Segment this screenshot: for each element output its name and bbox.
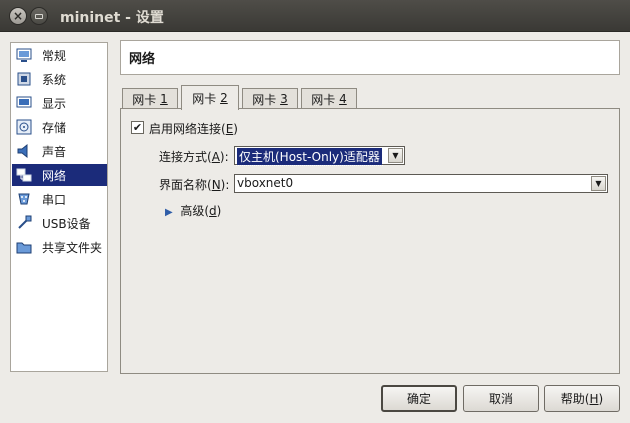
tab-label: 网卡 bbox=[311, 92, 336, 107]
sidebar-item-label: 存储 bbox=[42, 120, 67, 135]
minimize-icon bbox=[35, 13, 43, 19]
help-button[interactable]: 帮助(H) bbox=[544, 385, 620, 412]
enable-adapter-checkbox[interactable]: ✔ bbox=[131, 121, 144, 134]
interface-name-value: vboxnet0 bbox=[237, 176, 294, 190]
storage-icon bbox=[16, 119, 32, 135]
sidebar-item-usb[interactable]: USB设备 bbox=[12, 212, 107, 234]
tab-label: 网卡 bbox=[252, 92, 277, 107]
tab-key: 2 bbox=[220, 91, 228, 105]
sidebar-item-label: 共享文件夹 bbox=[42, 240, 103, 255]
display-icon bbox=[16, 95, 32, 111]
sidebar-item-label: 常规 bbox=[42, 48, 67, 63]
mnemonic-key: d bbox=[209, 204, 217, 218]
interface-name-select[interactable]: vboxnet0 ▼ bbox=[234, 174, 608, 193]
sidebar-item-label: USB设备 bbox=[42, 216, 91, 231]
sidebar-item-shared-folders[interactable]: 共享文件夹 bbox=[12, 236, 107, 258]
ok-button[interactable]: 确定 bbox=[381, 385, 457, 412]
general-icon bbox=[16, 47, 32, 63]
sidebar-item-system[interactable]: 系统 bbox=[12, 68, 107, 90]
chevron-down-icon[interactable]: ▼ bbox=[591, 176, 606, 191]
advanced-expander[interactable]: ▶ 高级(d) bbox=[165, 202, 221, 219]
minimize-button[interactable] bbox=[30, 7, 48, 25]
enable-adapter-label[interactable]: 启用网络连接(E) bbox=[149, 120, 238, 137]
tab-key: 1 bbox=[160, 92, 168, 106]
checkmark-icon: ✔ bbox=[132, 121, 143, 134]
label-text: 连接方式( bbox=[159, 150, 212, 164]
expand-triangle-icon: ▶ bbox=[165, 207, 173, 218]
window-title: mininet - 设置 bbox=[60, 10, 164, 26]
settings-sidebar: 常规 系统 显示 存储 声音 网络 串口 USB设备 共享文件夹 bbox=[10, 42, 108, 372]
label-text: 高级( bbox=[180, 204, 210, 218]
sidebar-item-network[interactable]: 网络 bbox=[12, 164, 107, 186]
sidebar-item-label: 串口 bbox=[42, 192, 67, 207]
sidebar-item-label: 系统 bbox=[42, 72, 67, 87]
mnemonic-key: H bbox=[589, 391, 599, 406]
tab-adapter-1[interactable]: 网卡 1 bbox=[122, 88, 178, 109]
label-suffix: ): bbox=[220, 178, 230, 192]
attached-to-select[interactable]: 仅主机(Host-Only)适配器 ▼ bbox=[234, 146, 405, 166]
interface-name-label: 界面名称(N): bbox=[159, 176, 229, 193]
usb-icon bbox=[16, 215, 32, 231]
label-text: 帮助( bbox=[560, 392, 590, 406]
tab-label: 网卡 bbox=[192, 91, 217, 106]
tab-label: 网卡 bbox=[132, 92, 157, 107]
tab-adapter-3[interactable]: 网卡 3 bbox=[242, 88, 298, 109]
tab-adapter-4[interactable]: 网卡 4 bbox=[301, 88, 357, 109]
tab-key: 4 bbox=[339, 92, 347, 106]
page-title: 网络 bbox=[120, 40, 620, 75]
title-bar: × mininet - 设置 bbox=[0, 0, 630, 32]
label-suffix: ) bbox=[233, 122, 238, 136]
mnemonic-key: A bbox=[211, 150, 220, 164]
system-icon bbox=[16, 71, 32, 87]
label-text: 界面名称( bbox=[159, 178, 212, 192]
close-button[interactable]: × bbox=[9, 7, 27, 25]
label-suffix: ) bbox=[216, 204, 222, 218]
chevron-down-icon[interactable]: ▼ bbox=[388, 148, 403, 163]
sidebar-item-serial-port[interactable]: 串口 bbox=[12, 188, 107, 210]
label-text: 启用网络连接( bbox=[149, 122, 226, 136]
network-icon bbox=[16, 167, 32, 183]
close-icon: × bbox=[12, 9, 24, 23]
label-suffix: ) bbox=[598, 391, 604, 406]
attached-to-label: 连接方式(A): bbox=[159, 148, 229, 165]
sidebar-item-display[interactable]: 显示 bbox=[12, 92, 107, 114]
attached-to-value: 仅主机(Host-Only)适配器 bbox=[236, 147, 383, 166]
sidebar-item-label: 网络 bbox=[42, 168, 67, 183]
cancel-button[interactable]: 取消 bbox=[463, 385, 539, 412]
tab-key: 3 bbox=[280, 92, 288, 106]
mnemonic-key: N bbox=[211, 178, 221, 192]
audio-icon bbox=[16, 143, 32, 159]
sidebar-item-audio[interactable]: 声音 bbox=[12, 140, 107, 162]
serial-port-icon bbox=[16, 191, 32, 207]
sidebar-item-label: 显示 bbox=[42, 96, 67, 111]
sidebar-item-storage[interactable]: 存储 bbox=[12, 116, 107, 138]
label-suffix: ): bbox=[219, 150, 229, 164]
sidebar-item-general[interactable]: 常规 bbox=[12, 44, 107, 66]
tab-adapter-2[interactable]: 网卡 2 bbox=[181, 85, 239, 110]
sidebar-item-label: 声音 bbox=[42, 144, 67, 159]
shared-folder-icon bbox=[16, 239, 32, 255]
